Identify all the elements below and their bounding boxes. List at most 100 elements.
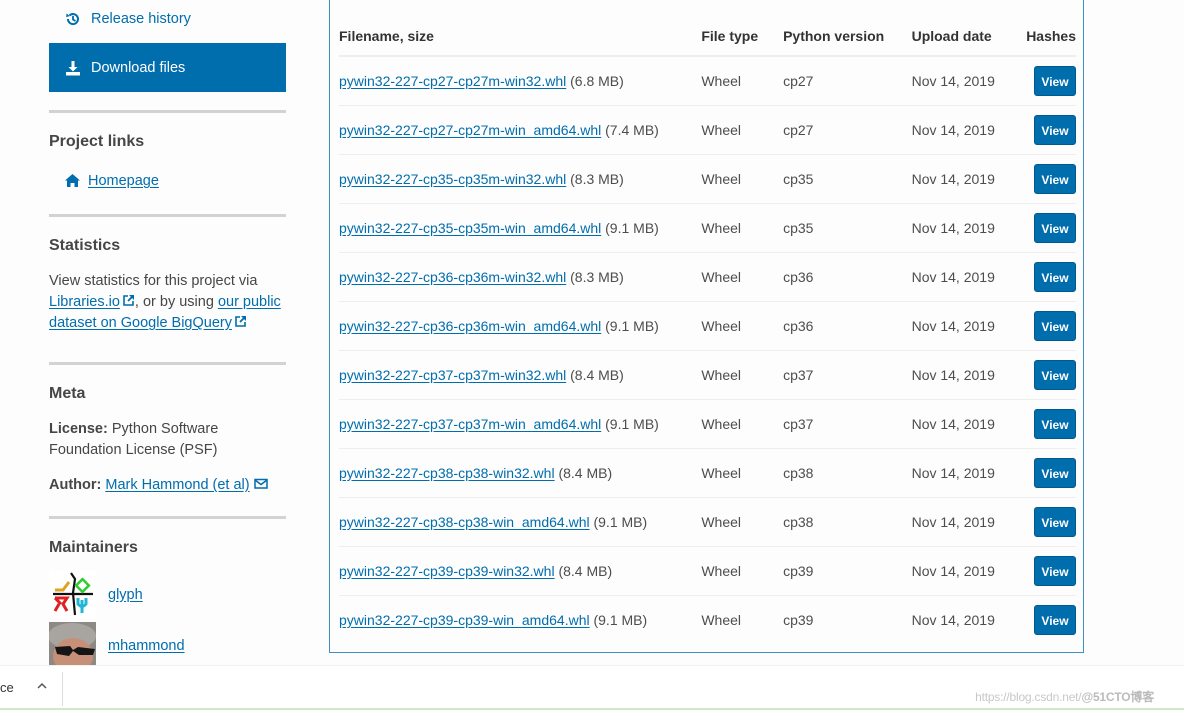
- file-download-link[interactable]: pywin32-227-cp27-cp27m-win_amd64.whl: [339, 122, 601, 138]
- file-type-cell: Wheel: [701, 203, 784, 253]
- view-hashes-button[interactable]: View: [1034, 506, 1076, 537]
- sidebar-item-download-files[interactable]: Download files: [49, 43, 286, 92]
- table-row: pywin32-227-cp37-cp37m-win32.whl (8.4 MB…: [339, 350, 1076, 400]
- view-hashes-button[interactable]: View: [1034, 555, 1076, 586]
- sidebar-item-release-history[interactable]: Release history: [49, 0, 286, 37]
- maintainer-link-glyph[interactable]: glyph: [108, 587, 143, 603]
- view-hashes-button[interactable]: View: [1034, 310, 1076, 341]
- homepage-label: Homepage: [88, 173, 159, 189]
- filename-cell: pywin32-227-cp38-cp38-win32.whl (8.4 MB): [339, 448, 702, 498]
- file-download-link[interactable]: pywin32-227-cp38-cp38-win_amd64.whl: [339, 514, 590, 530]
- file-size: (9.1 MB): [605, 219, 659, 236]
- filename-cell: pywin32-227-cp39-cp39-win32.whl (8.4 MB): [339, 546, 702, 596]
- hashes-cell: View: [1026, 252, 1076, 302]
- author-text: Author: Mark Hammond (et al): [49, 475, 286, 496]
- file-type-cell: Wheel: [701, 252, 784, 302]
- hashes-cell: View: [1026, 399, 1076, 449]
- file-type-cell: Wheel: [701, 301, 784, 351]
- file-download-link[interactable]: pywin32-227-cp39-cp39-win_amd64.whl: [339, 612, 590, 628]
- file-size: (9.1 MB): [605, 415, 659, 432]
- hashes-cell: View: [1026, 448, 1076, 498]
- file-download-link[interactable]: pywin32-227-cp37-cp37m-win32.whl: [339, 367, 566, 383]
- hashes-cell: View: [1026, 105, 1076, 155]
- filename-cell: pywin32-227-cp37-cp37m-win_amd64.whl (9.…: [339, 399, 702, 449]
- author-email-link[interactable]: Mark Hammond (et al): [105, 477, 268, 493]
- file-download-link[interactable]: pywin32-227-cp37-cp37m-win_amd64.whl: [339, 416, 601, 432]
- upload-date-cell: Nov 14, 2019: [911, 611, 995, 628]
- hashes-cell: View: [1026, 350, 1076, 400]
- python-version-cell: cp35: [783, 154, 912, 204]
- file-download-link[interactable]: pywin32-227-cp27-cp27m-win32.whl: [339, 73, 566, 89]
- filename-cell: pywin32-227-cp27-cp27m-win32.whl (6.8 MB…: [339, 56, 702, 106]
- view-hashes-button[interactable]: View: [1034, 604, 1076, 635]
- table-row: pywin32-227-cp38-cp38-win_amd64.whl (9.1…: [339, 497, 1076, 547]
- table-row: pywin32-227-cp39-cp39-win32.whl (8.4 MB)…: [339, 546, 1076, 596]
- python-version-cell: cp38: [783, 497, 912, 547]
- view-hashes-button[interactable]: View: [1034, 65, 1076, 96]
- file-size: (8.4 MB): [558, 562, 613, 579]
- view-hashes-button[interactable]: View: [1034, 408, 1076, 439]
- table-row: pywin32-227-cp35-cp35m-win_amd64.whl (9.…: [339, 203, 1076, 253]
- hashes-cell: View: [1026, 154, 1076, 204]
- maintainer-link-mhammond[interactable]: mhammond: [108, 638, 185, 654]
- file-size: (8.3 MB): [570, 170, 624, 187]
- table-row: pywin32-227-cp27-cp27m-win_amd64.whl (7.…: [339, 105, 1076, 155]
- view-hashes-button[interactable]: View: [1034, 114, 1076, 145]
- upload-date-cell: Nov 14, 2019: [911, 399, 1027, 449]
- chevron-up-icon[interactable]: [36, 680, 48, 692]
- upload-date-cell: Nov 14, 2019: [911, 497, 1027, 547]
- external-link-icon: [235, 315, 247, 327]
- python-version-cell: cp39: [783, 611, 814, 628]
- file-download-link[interactable]: pywin32-227-cp36-cp36m-win_amd64.whl: [339, 318, 601, 334]
- hashes-cell: View: [1026, 595, 1076, 644]
- file-download-link[interactable]: pywin32-227-cp38-cp38-win32.whl: [339, 465, 555, 481]
- upload-date-cell: Nov 14, 2019: [911, 350, 1027, 400]
- file-size: (8.4 MB): [558, 464, 613, 481]
- homepage-link[interactable]: Homepage: [49, 173, 286, 189]
- maintainer-item: mhammond: [49, 622, 286, 669]
- envelope-icon: [253, 478, 268, 489]
- history-icon: [64, 10, 82, 28]
- python-version-cell: cp37: [783, 399, 912, 449]
- file-type-cell: Wheel: [701, 105, 784, 155]
- view-hashes-button[interactable]: View: [1034, 261, 1076, 292]
- file-download-link[interactable]: pywin32-227-cp39-cp39-win32.whl: [339, 563, 555, 579]
- file-type-cell: Wheel: [701, 350, 784, 400]
- file-download-link[interactable]: pywin32-227-cp35-cp35m-win_amd64.whl: [339, 220, 601, 236]
- python-version-cell: cp37: [783, 350, 912, 400]
- maintainer-item: glyph: [49, 571, 286, 618]
- avatar[interactable]: [49, 622, 96, 669]
- header-file-type: File type: [701, 17, 784, 57]
- avatar[interactable]: [49, 571, 96, 618]
- file-type-cell: Wheel: [701, 56, 784, 106]
- view-hashes-button[interactable]: View: [1034, 212, 1076, 243]
- divider: [49, 110, 286, 113]
- download-item-fragment[interactable]: ce: [0, 680, 14, 695]
- view-hashes-button[interactable]: View: [1034, 359, 1076, 390]
- files-table: Filename, size File type Python version …: [339, 17, 1076, 644]
- upload-date-cell: Nov 14, 2019: [911, 56, 1027, 106]
- filename-cell: pywin32-227-cp36-cp36m-win32.whl (8.3 MB…: [339, 252, 702, 302]
- file-download-link[interactable]: pywin32-227-cp35-cp35m-win32.whl: [339, 171, 566, 187]
- python-version-cell: cp38: [783, 448, 912, 498]
- header-hashes: Hashes: [1026, 17, 1076, 57]
- upload-date-cell: Nov 14, 2019: [911, 546, 1027, 596]
- view-hashes-button[interactable]: View: [1034, 457, 1076, 488]
- file-type-cell: Wheel: [701, 611, 742, 628]
- statistics-heading: Statistics: [49, 237, 121, 254]
- python-version-cell: cp27: [783, 56, 912, 106]
- hashes-cell: View: [1026, 203, 1076, 253]
- file-type-cell: Wheel: [701, 399, 784, 449]
- license-text: License: Python Software Foundation Lice…: [49, 421, 219, 458]
- view-hashes-button[interactable]: View: [1034, 163, 1076, 194]
- download-icon: [64, 59, 82, 77]
- libraries-io-link[interactable]: Libraries.io: [49, 294, 135, 310]
- python-version-cell: cp36: [783, 252, 912, 302]
- hashes-cell: View: [1026, 56, 1076, 106]
- table-row: pywin32-227-cp39-cp39-win_amd64.whl (9.1…: [339, 595, 1076, 644]
- upload-date-cell: Nov 14, 2019: [911, 154, 1027, 204]
- file-download-link[interactable]: pywin32-227-cp36-cp36m-win32.whl: [339, 269, 566, 285]
- table-row: pywin32-227-cp36-cp36m-win_amd64.whl (9.…: [339, 301, 1076, 351]
- header-upload-date: Upload date: [911, 17, 1027, 57]
- file-size: (9.1 MB): [593, 513, 648, 530]
